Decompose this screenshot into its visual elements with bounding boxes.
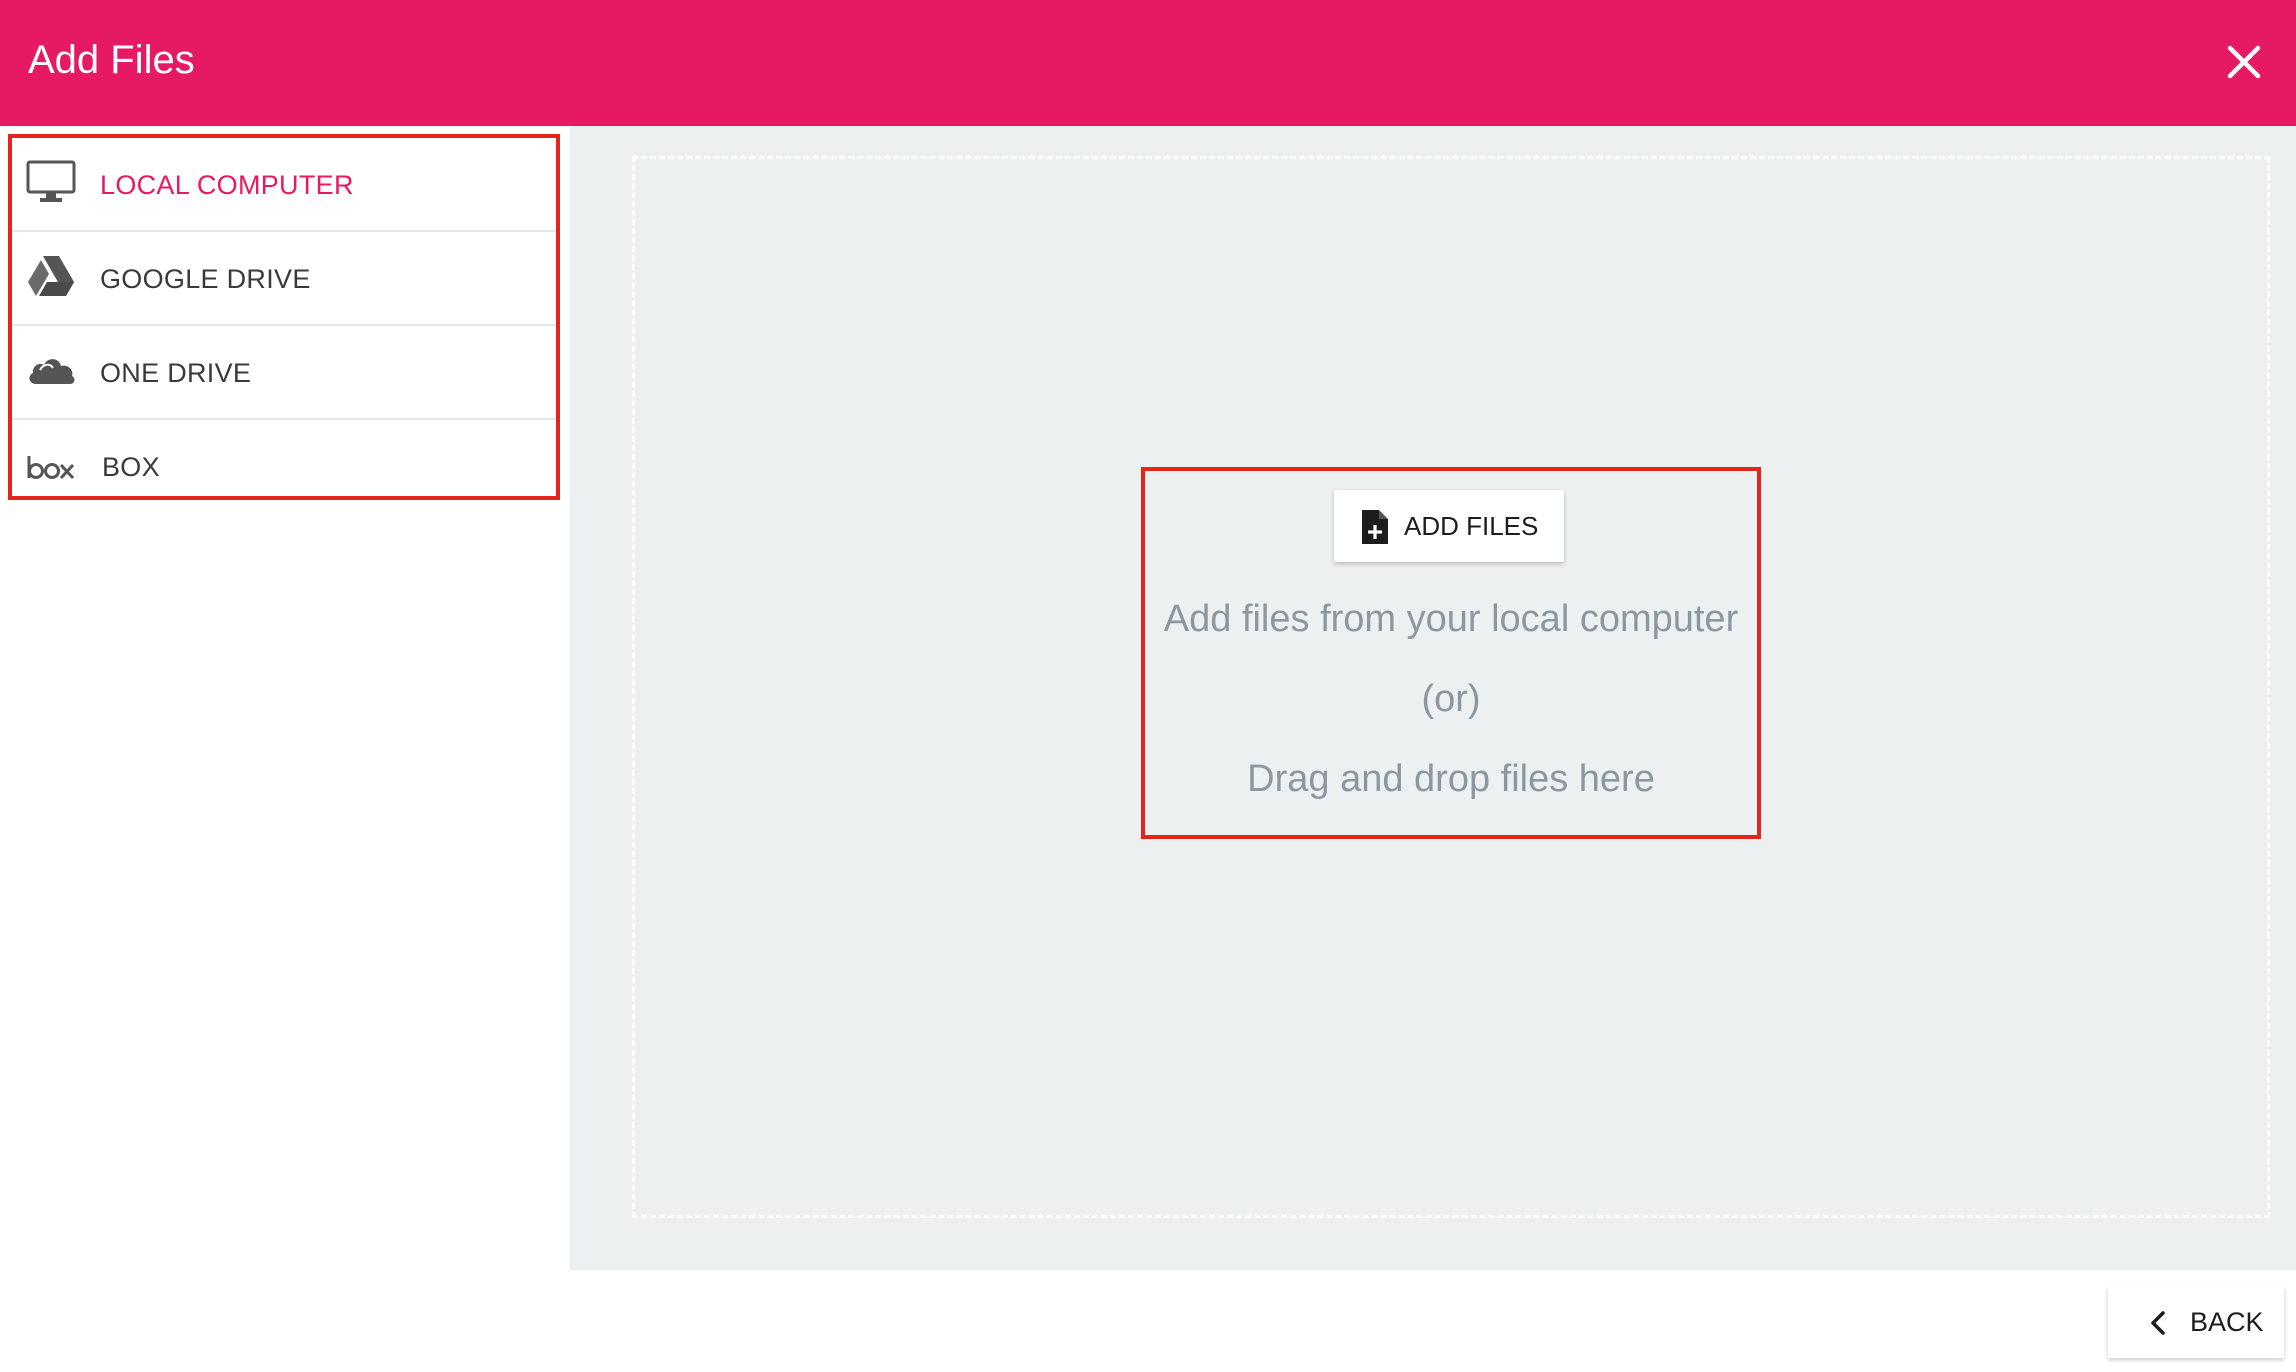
source-label-one-drive: ONE DRIVE <box>100 358 252 388</box>
box-logo-icon <box>27 456 75 480</box>
onedrive-cloud-icon <box>29 359 75 384</box>
drop-hint-line3: Drag and drop files here <box>1247 758 1655 800</box>
source-label-local-computer: LOCAL COMPUTER <box>100 170 354 200</box>
source-item-one-drive[interactable]: ONE DRIVE <box>12 326 556 420</box>
dialog-header: Add Files <box>0 0 2296 126</box>
google-drive-icon <box>28 256 74 296</box>
add-files-button[interactable]: ADD FILES <box>1334 490 1564 562</box>
dialog-title: Add Files <box>28 38 195 82</box>
source-list: LOCAL COMPUTER GOOGLE DRIVE ONE DRIVE BO… <box>8 134 560 500</box>
chevron-left-icon <box>2151 1311 2165 1335</box>
drop-hint-or: (or) <box>1421 678 1481 720</box>
close-icon <box>2227 45 2261 79</box>
upload-panel: ADD FILES Add files from your local comp… <box>570 126 2296 1270</box>
drop-hint-line1: Add files from your local computer <box>1163 598 1739 640</box>
source-label-google-drive: GOOGLE DRIVE <box>100 264 311 294</box>
monitor-icon <box>26 160 76 202</box>
file-add-icon <box>1362 510 1388 544</box>
source-item-google-drive[interactable]: GOOGLE DRIVE <box>12 232 556 326</box>
dialog-footer: BACK <box>0 1270 2296 1372</box>
back-button[interactable]: BACK <box>2108 1286 2284 1358</box>
close-button[interactable] <box>2222 40 2266 84</box>
source-item-local-computer[interactable]: LOCAL COMPUTER <box>12 138 556 232</box>
add-files-button-label: ADD FILES <box>1404 511 1539 541</box>
source-sidebar: LOCAL COMPUTER GOOGLE DRIVE ONE DRIVE BO… <box>0 126 570 1270</box>
source-item-box[interactable]: BOX <box>12 420 556 514</box>
back-button-label: BACK <box>2190 1307 2264 1337</box>
source-label-box: BOX <box>102 452 160 482</box>
